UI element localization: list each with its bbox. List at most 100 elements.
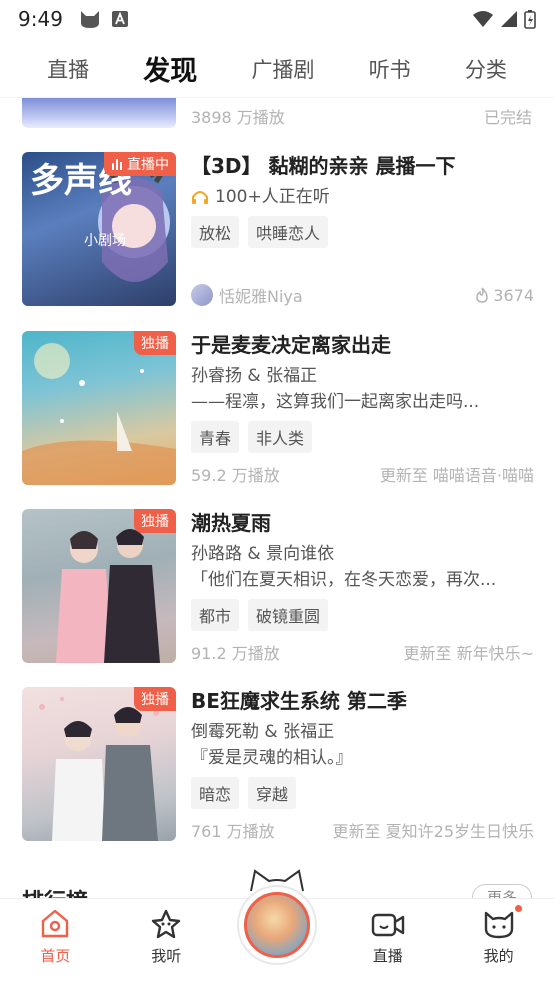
update-status: 更新至 喵喵语音·喵喵 — [379, 466, 534, 485]
host-info[interactable]: 恬妮雅Niya — [191, 283, 303, 307]
wifi-icon — [473, 11, 493, 27]
play-count: 761 万播放 — [191, 822, 275, 841]
listener-text: 100+人正在听 — [215, 187, 330, 207]
tag[interactable]: 穿越 — [248, 777, 297, 809]
cover-image[interactable]: 独播 — [22, 331, 176, 485]
item-info: 【3D】 黏糊的亲亲 晨播一下 100+人正在听 放松 哄睡恋人 恬妮雅Niya — [191, 152, 534, 306]
voice-actors: 孙路路 & 景向谁依 — [191, 544, 335, 564]
tag[interactable]: 哄睡恋人 — [248, 216, 329, 248]
play-count: 59.2 万播放 — [191, 466, 280, 485]
update-status: 更新至 夏知许25岁生日快乐 — [332, 822, 534, 841]
item-title[interactable]: 潮热夏雨 — [191, 509, 534, 537]
status-bar: 9:49 — [0, 0, 554, 38]
cover-image[interactable]: 独播 — [22, 687, 176, 841]
video-icon — [371, 913, 404, 937]
nav-mine[interactable]: 我的 — [443, 899, 554, 984]
item-title[interactable]: BE狂魔求生系统 第二季 — [191, 687, 534, 715]
tag-list: 都市 破镜重圆 — [191, 599, 534, 631]
tab-discover[interactable]: 发现 — [143, 49, 197, 88]
tab-audiobook[interactable]: 听书 — [369, 54, 411, 84]
cat-icon — [484, 911, 513, 939]
list-item[interactable]: 多声线 小剧场 直播中 【3D】 黏糊的亲亲 晨播一下 100+人正在听 放松 … — [22, 152, 534, 306]
item-meta: 59.2 万播放 更新至 喵喵语音·喵喵 — [191, 463, 534, 485]
voice-actors: 孙睿扬 & 张福正 — [191, 366, 318, 386]
partial-cover[interactable] — [22, 98, 176, 128]
item-meta: 91.2 万播放 更新至 新年快乐~ — [191, 641, 534, 663]
list-item[interactable]: 独播 于是麦麦决定离家出走 孙睿扬 & 张福正 ——程凛，这算我们一起离家出走吗… — [22, 331, 534, 485]
listener-count: 100+人正在听 — [191, 186, 534, 208]
home-icon — [42, 909, 69, 938]
exclusive-badge: 独播 — [134, 509, 176, 533]
signal-icon — [501, 11, 517, 27]
tag-list: 青春 非人类 — [191, 421, 534, 453]
item-info: BE狂魔求生系统 第二季 倒霉死勒 & 张福正 『爱是灵魂的相认。』 暗恋 穿越… — [191, 687, 534, 841]
live-bars-icon — [112, 159, 122, 170]
top-tab-bar: 直播 发现 广播剧 听书 分类 — [0, 40, 554, 98]
tag-list: 放松 哄睡恋人 — [191, 216, 534, 248]
battery-icon — [524, 10, 536, 29]
bottom-nav: 首页 我听 直播 我的 — [0, 869, 554, 984]
heat-value: 3674 — [493, 285, 534, 305]
cat-notification-icon — [80, 11, 99, 28]
status-left-icons — [79, 9, 129, 29]
player-disc[interactable] — [243, 892, 310, 958]
nav-label: 我听 — [151, 947, 182, 965]
badge-label: 直播中 — [127, 157, 169, 173]
tag[interactable]: 青春 — [191, 421, 240, 453]
tag[interactable]: 暗恋 — [191, 777, 240, 809]
item-meta: 恬妮雅Niya 3674 — [191, 284, 534, 306]
status-right-icons — [472, 9, 536, 29]
item-info: 于是麦麦决定离家出走 孙睿扬 & 张福正 ——程凛，这算我们一起离家出走吗...… — [191, 331, 534, 485]
tab-category[interactable]: 分类 — [465, 54, 507, 84]
player-disc-ring[interactable] — [236, 885, 317, 965]
list-item[interactable]: 独播 潮热夏雨 孙路路 & 景向谁依 「他们在夏天相识，在冬天恋爱，再次... … — [22, 509, 534, 663]
nav-center-player[interactable] — [222, 869, 333, 984]
star-icon — [151, 909, 181, 939]
cover-image[interactable]: 多声线 小剧场 直播中 — [22, 152, 176, 306]
tag[interactable]: 破镜重圆 — [248, 599, 329, 631]
rank-title: 排行榜 — [22, 890, 88, 898]
nav-label: 首页 — [40, 947, 71, 965]
play-count: 91.2 万播放 — [191, 644, 280, 663]
nav-listening[interactable]: 我听 — [111, 899, 222, 984]
list-item[interactable]: 独播 BE狂魔求生系统 第二季 倒霉死勒 & 张福正 『爱是灵魂的相认。』 暗恋… — [22, 687, 534, 841]
badge-label: 独播 — [141, 692, 169, 708]
exclusive-badge: 独播 — [134, 687, 176, 711]
badge-label: 独播 — [141, 336, 169, 352]
nav-live[interactable]: 直播 — [332, 899, 443, 984]
item-description: 『爱是灵魂的相认。』 — [191, 748, 353, 768]
headphones-icon — [192, 191, 208, 204]
host-avatar — [191, 284, 213, 306]
voice-actors: 倒霉死勒 & 张福正 — [191, 722, 335, 742]
tab-radio-drama[interactable]: 广播剧 — [251, 54, 314, 84]
feed-list[interactable]: 3898 万播放 已完结 多声线 小剧场 直播中 【3D】 黏糊的亲亲 晨播一下… — [0, 98, 554, 898]
update-status: 更新至 新年快乐~ — [403, 644, 535, 663]
partial-item-meta: 3898 万播放 已完结 — [191, 104, 532, 128]
item-meta: 761 万播放 更新至 夏知许25岁生日快乐 — [191, 819, 534, 841]
nav-home[interactable]: 首页 — [0, 899, 111, 984]
a-notification-icon — [111, 11, 128, 27]
play-count: 3898 万播放 — [191, 108, 285, 127]
notification-dot — [514, 905, 522, 912]
cover-image[interactable]: 独播 — [22, 509, 176, 663]
item-title[interactable]: 【3D】 黏糊的亲亲 晨播一下 — [191, 152, 534, 180]
tag[interactable]: 都市 — [191, 599, 240, 631]
exclusive-badge: 独播 — [134, 331, 176, 355]
host-name: 恬妮雅Niya — [219, 287, 303, 306]
item-title[interactable]: 于是麦麦决定离家出走 — [191, 331, 534, 359]
tag[interactable]: 放松 — [191, 216, 240, 248]
heat-info: 3674 — [475, 286, 534, 305]
item-description: 「他们在夏天相识，在冬天恋爱，再次... — [191, 570, 497, 590]
tag[interactable]: 非人类 — [248, 421, 313, 453]
flame-icon — [476, 287, 489, 303]
completion-status: 已完结 — [483, 108, 532, 127]
tag-list: 暗恋 穿越 — [191, 777, 534, 809]
status-time: 9:49 — [18, 7, 63, 31]
tab-live[interactable]: 直播 — [47, 54, 89, 84]
item-info: 潮热夏雨 孙路路 & 景向谁依 「他们在夏天相识，在冬天恋爱，再次... 都市 … — [191, 509, 534, 663]
nav-label: 我的 — [483, 947, 514, 965]
rank-more-button[interactable]: 更多 — [471, 884, 532, 898]
badge-label: 独播 — [141, 514, 169, 530]
cover-subtitle: 小剧场 — [84, 233, 126, 249]
item-description: ——程凛，这算我们一起离家出走吗... — [191, 392, 480, 412]
